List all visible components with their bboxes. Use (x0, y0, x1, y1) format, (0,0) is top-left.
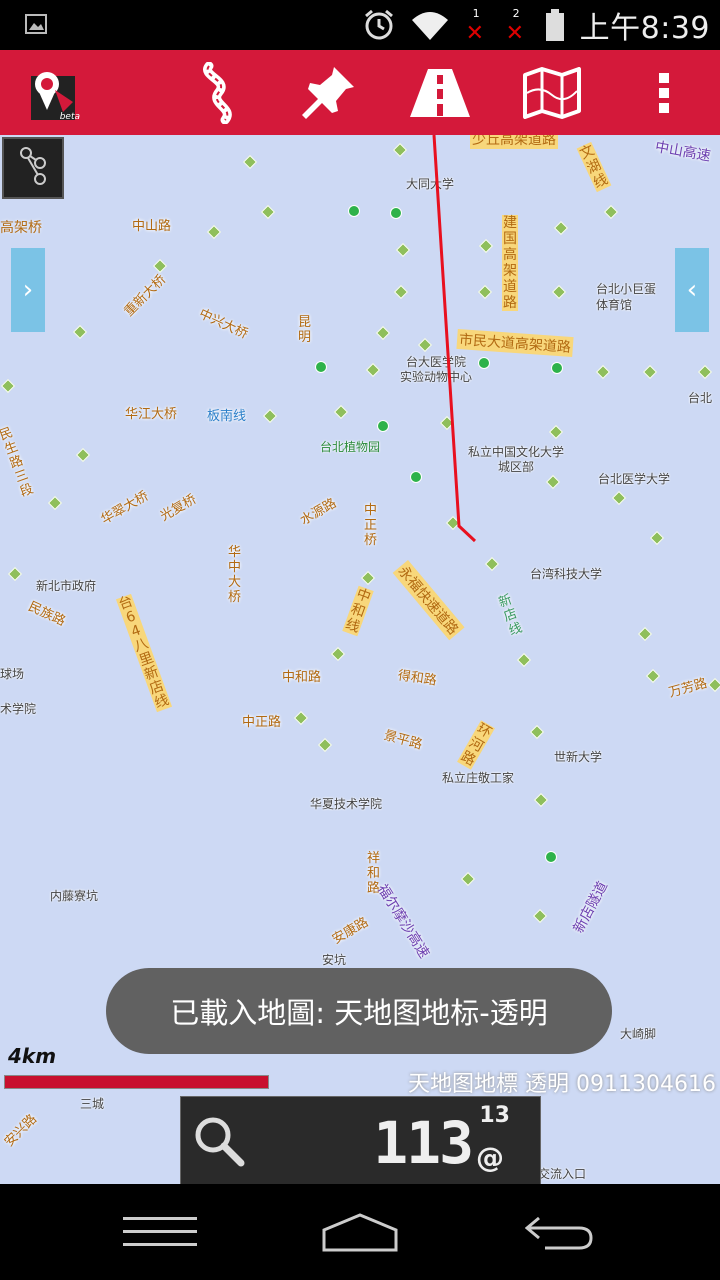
toast-text: 已載入地圖: 天地图地标-透明 (170, 996, 548, 1030)
search-icon (195, 1117, 245, 1167)
sim1-no-signal-icon: 1 ✕ (465, 7, 485, 46)
home-button[interactable] (300, 1202, 420, 1262)
sim1-label: 1 (472, 7, 480, 20)
info-panel[interactable]: 113 13 @ (180, 1096, 541, 1186)
scale-label: 4km (8, 1044, 57, 1068)
image-icon (25, 14, 47, 34)
route-button[interactable] (176, 58, 256, 128)
layer-name-label: 天地图地標 透明 0911304616 (408, 1072, 716, 1097)
toolbar: beta (0, 50, 720, 135)
alarm-icon (364, 9, 393, 40)
menu-icon (123, 1217, 197, 1246)
highway-button[interactable] (400, 58, 480, 128)
overflow-menu-button[interactable] (624, 58, 704, 128)
battery-icon (545, 9, 564, 41)
pushpin-icon (302, 67, 354, 119)
wifi-icon (411, 12, 448, 40)
sim2-no-signal-icon: 2 ✕ (505, 7, 525, 46)
beta-badge: beta (59, 112, 80, 122)
status-bar: 1 ✕ 2 ✕ 上午8:39 (0, 0, 720, 50)
map-icon (523, 67, 581, 119)
chevron-left-icon: ‹ (686, 275, 698, 305)
back-icon (525, 1216, 593, 1250)
route-tree-button[interactable] (2, 137, 64, 199)
overflow-menu-icon (659, 73, 669, 113)
back-button[interactable] (500, 1202, 620, 1262)
scale-bar (4, 1075, 269, 1089)
route-curve-icon (203, 62, 232, 124)
left-panel-tab[interactable]: › (11, 248, 45, 332)
chevron-right-icon: › (22, 275, 34, 305)
share-nodes-icon (20, 147, 46, 185)
highway-icon (410, 69, 470, 117)
map-button[interactable] (512, 58, 592, 128)
clock: 上午8:39 (579, 11, 710, 46)
pushpin-button[interactable] (288, 58, 368, 128)
zoom-value: 113 (373, 1109, 474, 1177)
right-panel-tab[interactable]: ‹ (675, 248, 709, 332)
menu-button[interactable] (100, 1202, 220, 1262)
navigation-bar (0, 1184, 720, 1280)
sim2-label: 2 (512, 7, 520, 20)
home-icon (322, 1213, 398, 1252)
satellite-count: 13 (479, 1103, 510, 1128)
toast-message: 已載入地圖: 天地图地标-透明 (106, 968, 612, 1054)
at-symbol: @ (476, 1141, 504, 1174)
app-logo-button[interactable]: beta (12, 58, 92, 128)
